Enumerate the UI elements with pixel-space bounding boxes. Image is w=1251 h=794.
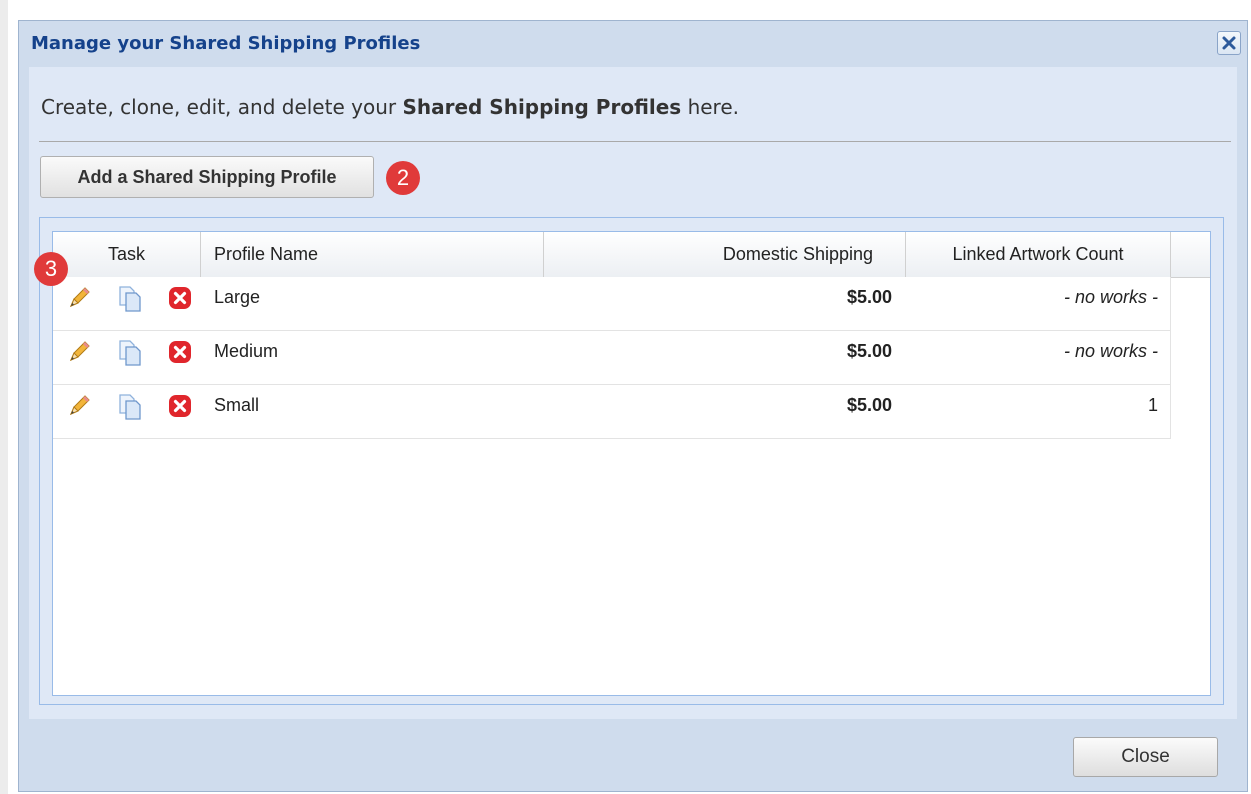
- table-row[interactable]: Medium $5.00 - no works -: [53, 331, 1171, 385]
- linked-artwork-count: 1: [1147, 394, 1158, 415]
- copy-icon[interactable]: [116, 285, 144, 318]
- intro-bold: Shared Shipping Profiles: [402, 95, 682, 119]
- intro-text: Create, clone, edit, and delete your Sha…: [41, 95, 739, 119]
- domestic-shipping: $5.00: [846, 286, 892, 307]
- close-button[interactable]: Close: [1073, 737, 1218, 777]
- intro-prefix: Create, clone, edit, and delete your: [41, 95, 403, 119]
- linked-artwork-count: - no works -: [1063, 340, 1158, 361]
- domestic-shipping: $5.00: [846, 340, 892, 361]
- delete-icon[interactable]: [167, 339, 193, 370]
- dialog-body: Create, clone, edit, and delete your Sha…: [29, 67, 1237, 719]
- column-header-domestic-shipping[interactable]: Domestic Shipping: [544, 232, 906, 277]
- domestic-shipping: $5.00: [846, 394, 892, 415]
- step-badge-2: 2: [386, 161, 420, 195]
- add-profile-button[interactable]: Add a Shared Shipping Profile: [40, 156, 374, 198]
- pencil-icon[interactable]: [66, 285, 92, 316]
- profile-name: Small: [214, 394, 260, 415]
- profile-name: Large: [214, 286, 261, 307]
- profiles-grid: Task Profile Name Domestic Shipping Link…: [52, 231, 1211, 696]
- copy-icon[interactable]: [116, 339, 144, 372]
- page-left-edge: [0, 0, 8, 794]
- grid-header: Task Profile Name Domestic Shipping Link…: [53, 232, 1210, 278]
- delete-icon[interactable]: [167, 393, 193, 424]
- step-badge-3: 3: [34, 252, 68, 286]
- column-header-profile-name[interactable]: Profile Name: [201, 232, 544, 277]
- linked-artwork-count: - no works -: [1063, 286, 1158, 307]
- delete-icon[interactable]: [167, 285, 193, 316]
- dialog-titlebar: Manage your Shared Shipping Profiles: [19, 21, 1247, 67]
- pencil-icon[interactable]: [66, 339, 92, 370]
- column-header-task[interactable]: Task: [53, 232, 201, 277]
- grid-container: Task Profile Name Domestic Shipping Link…: [39, 217, 1224, 705]
- table-row[interactable]: Large $5.00 - no works -: [53, 277, 1171, 331]
- dialog-title: Manage your Shared Shipping Profiles: [31, 33, 421, 54]
- pencil-icon[interactable]: [66, 393, 92, 424]
- divider: [39, 141, 1231, 142]
- copy-icon[interactable]: [116, 393, 144, 426]
- close-icon[interactable]: [1217, 31, 1241, 55]
- profile-name: Medium: [214, 340, 279, 361]
- table-row[interactable]: Small $5.00 1: [53, 385, 1171, 439]
- intro-suffix: here.: [681, 95, 740, 119]
- shipping-profiles-dialog: Manage your Shared Shipping Profiles Cre…: [18, 20, 1248, 792]
- column-header-linked-artwork-count[interactable]: Linked Artwork Count: [906, 232, 1171, 277]
